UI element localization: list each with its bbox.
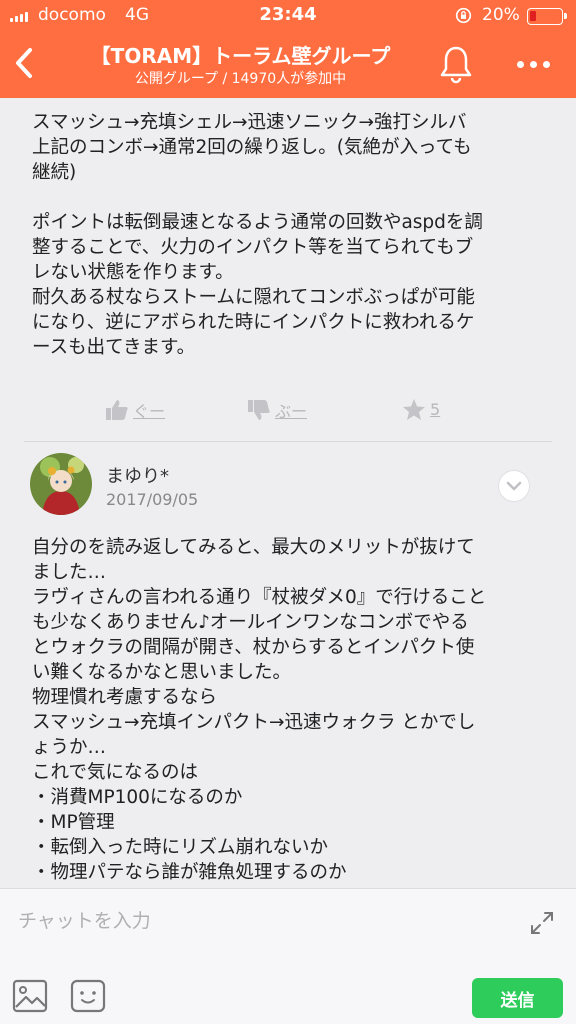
chevron-left-icon[interactable] xyxy=(10,46,40,80)
good-button[interactable]: ぐー xyxy=(105,398,165,422)
nav-bar: 【TORAM】トーラム壁グループ 公開グループ / 14970人が参加中 xyxy=(0,32,576,98)
avatar-image xyxy=(30,453,92,515)
page-title: 【TORAM】トーラム壁グループ xyxy=(90,44,391,68)
more-icon[interactable] xyxy=(513,54,553,74)
chat-input[interactable] xyxy=(18,903,498,939)
image-icon[interactable] xyxy=(12,979,48,1013)
avatar[interactable] xyxy=(30,453,92,515)
star-icon xyxy=(403,399,425,420)
chevron-down-icon xyxy=(506,481,522,491)
battery-icon xyxy=(527,8,567,25)
author-name: まゆり* xyxy=(106,466,169,487)
post-body: 自分のを読み返してみると、最大のメリットが抜けて ました… ラヴィさんの言われる… xyxy=(32,537,487,883)
rotation-lock-icon xyxy=(455,7,472,24)
thumbs-down-icon xyxy=(248,400,270,420)
reaction-bar: ぐー ぶー 5 xyxy=(105,398,465,426)
star-button[interactable]: 5 xyxy=(402,398,440,421)
battery-level xyxy=(530,11,536,21)
status-bar: docomo 4G 23:44 20% xyxy=(0,0,576,32)
good-label: ぐー xyxy=(133,402,166,421)
boo-button[interactable]: ぶー xyxy=(247,398,307,422)
boo-label: ぶー xyxy=(275,402,308,421)
message-composer: 送信 xyxy=(0,888,576,1024)
post-body: スマッシュ→充填シェル→迅速ソニック→強打シルバ 上記のコンボ→通常2回の繰り返… xyxy=(32,112,483,358)
bell-icon[interactable] xyxy=(438,44,474,84)
emoji-icon[interactable] xyxy=(70,979,106,1013)
send-button[interactable]: 送信 xyxy=(472,978,563,1018)
chat-thread[interactable]: スマッシュ→充填シェル→迅速ソニック→強打シルバ 上記のコンボ→通常2回の繰り返… xyxy=(0,98,576,888)
divider xyxy=(24,441,552,442)
star-count: 5 xyxy=(430,400,441,419)
group-subtitle: 公開グループ / 14970人が参加中 xyxy=(134,71,347,87)
post-date: 2017/09/05 xyxy=(106,490,199,509)
expand-icon[interactable] xyxy=(528,909,556,937)
thumbs-up-icon xyxy=(106,400,128,420)
post-menu-button[interactable] xyxy=(498,470,530,502)
battery-percent: 20% xyxy=(482,5,520,25)
